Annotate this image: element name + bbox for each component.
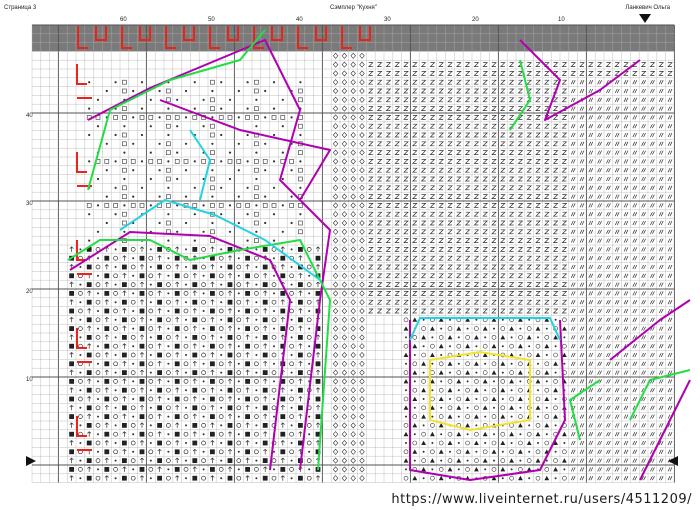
watermark-url: https://www.liveinternet.ru/users/451120… [389, 492, 694, 507]
arrow-left-marker-icon [668, 456, 678, 466]
backstitch-outlines [67, 26, 691, 481]
arrow-down-marker-icon [639, 14, 651, 23]
cross-stitch-chart [26, 14, 691, 483]
chart-symbol-layer [32, 25, 675, 482]
arrow-right-marker-icon [26, 456, 36, 466]
